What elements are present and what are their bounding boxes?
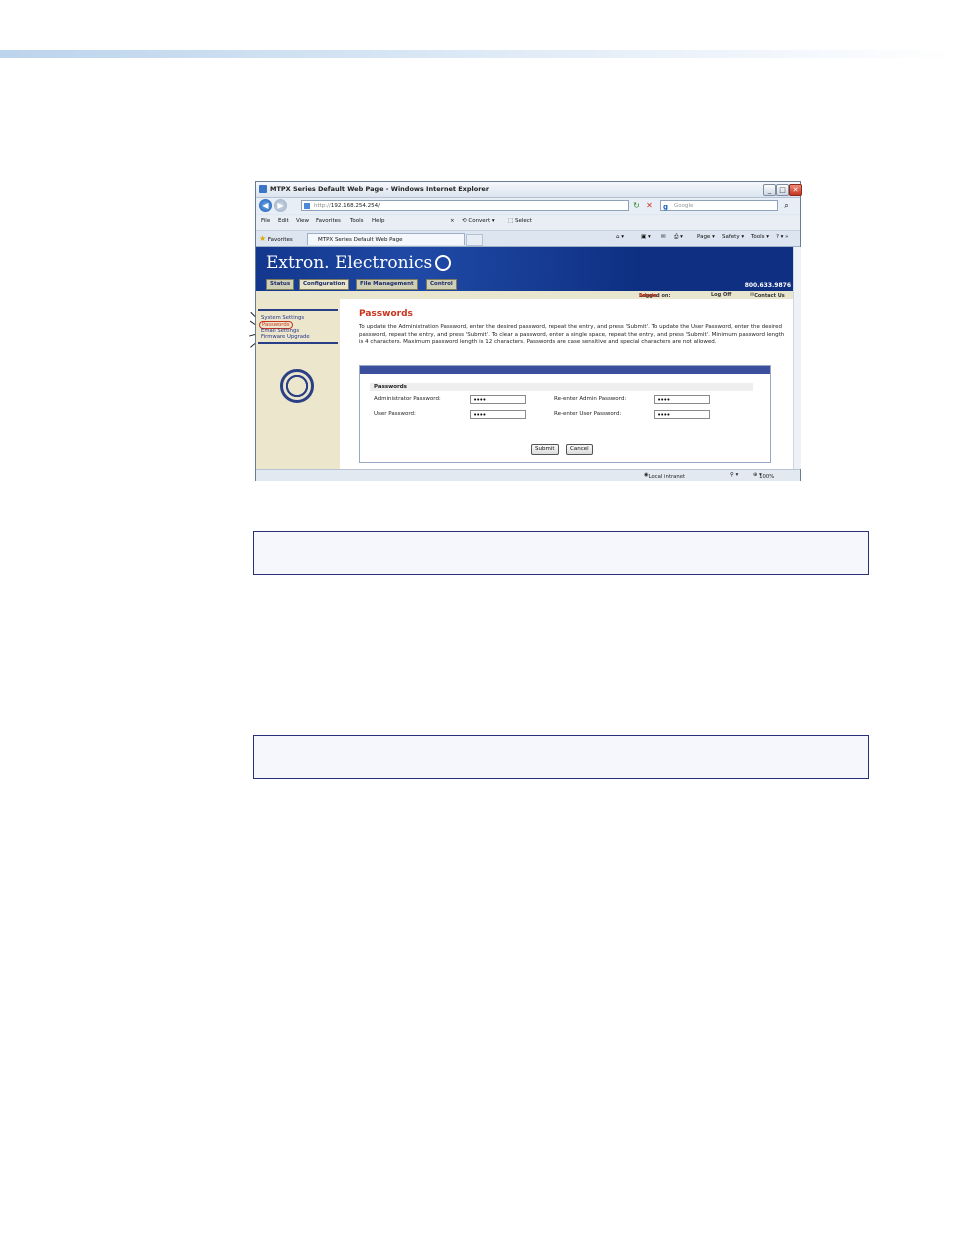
title-bar: MTPX Series Default Web Page - Windows I… [256,182,802,198]
url-text: 192.168.254.254/ [330,203,380,209]
help-icon[interactable]: ? ▾ » [776,234,789,240]
safety-menu[interactable]: Safety ▾ [722,234,744,240]
user-password-label: User Password: [374,411,416,417]
brand-logo: Extron. Electronics [266,253,452,273]
menu-edit[interactable]: Edit [278,218,289,224]
sidebar-item-firmware-upgrade[interactable]: Firmware Upgrade [261,334,310,340]
tab-configuration[interactable]: Configuration [299,279,350,290]
close-toolbar-icon[interactable]: × [450,218,455,224]
tools-menu[interactable]: Tools ▾ [751,234,769,240]
page-icon [304,203,310,209]
extron-emblem-icon [280,369,314,403]
forward-icon[interactable]: ▶ [274,199,287,212]
login-bar: Logged on: Admin Log Off ✉ Contact Us [256,291,793,299]
feeds-icon[interactable]: ▣ ▾ [641,234,651,240]
tab-control[interactable]: Control [426,279,457,290]
tab-file-management[interactable]: File Management [356,279,418,290]
home-icon[interactable]: ⌂ ▾ [616,234,624,240]
tab-bar: ★ Favorites MTPX Series Default Web Page… [256,231,800,247]
star-icon: ★ [259,234,267,243]
user-password-field[interactable]: •••• [470,410,526,419]
convert-button[interactable]: ⟲ Convert ▾ [462,218,495,224]
sidebar-divider [258,309,338,311]
address-input[interactable]: http://192.168.254.254/ [301,200,629,211]
window-title: MTPX Series Default Web Page - Windows I… [270,185,490,193]
sidebar-divider [258,342,338,344]
maximize-button[interactable]: □ [776,184,789,196]
print-icon[interactable]: ⎙ ▾ [674,234,683,241]
page-menu[interactable]: Page ▾ [697,234,715,240]
google-icon: g [663,203,669,211]
form-section-title: Passwords [370,383,753,391]
admin-reenter-field[interactable]: •••• [654,395,710,404]
cancel-button[interactable]: Cancel [566,444,593,455]
minimize-button[interactable]: _ [763,184,776,196]
zoom-control[interactable]: ⊕ 100% ▾ [753,472,774,480]
search-icon[interactable]: ⌕ [781,200,792,211]
user-reenter-field[interactable]: •••• [654,410,710,419]
status-bar: ◉ Local intranet ⚲ ▾ ⊕ 100% ▾ [256,469,800,481]
back-icon[interactable]: ◀ [259,199,272,212]
vertical-scrollbar[interactable] [793,247,801,469]
note-box [253,735,869,779]
main-content: Passwords To update the Administration P… [344,299,789,469]
tab-status[interactable]: Status [266,279,295,290]
new-tab-button[interactable] [466,234,483,246]
tab-active[interactable]: MTPX Series Default Web Page [307,233,465,245]
phone-number: 800.633.9876 [744,282,791,289]
admin-reenter-label: Re-enter Admin Password: [554,396,627,402]
zone-indicator: ◉ Local intranet [644,472,686,480]
protected-mode-icon[interactable]: ⚲ ▾ [730,472,738,478]
admin-password-label: Administrator Password: [374,396,441,402]
mail-icon[interactable]: ✉ [661,234,666,240]
select-button[interactable]: ⬚ Select [508,218,532,224]
admin-password-field[interactable]: •••• [470,395,526,404]
web-page: Extron. Electronics 800.633.9876 Status … [256,247,793,469]
favorites-button[interactable]: ★ Favorites [259,234,293,243]
menu-bar: File Edit View Favorites Tools Help × ⟲ … [256,215,800,231]
stop-icon[interactable]: ✕ [644,200,655,211]
page-title: Passwords [359,309,413,319]
menu-tools[interactable]: Tools [350,218,364,224]
menu-file[interactable]: File [261,218,270,224]
sidebar: System Settings Passwords Email Settings… [256,299,340,469]
menu-view[interactable]: View [296,218,309,224]
ie-icon [259,185,267,193]
site-header: Extron. Electronics 800.633.9876 Status … [256,247,793,291]
submit-button[interactable]: Submit [531,444,559,455]
page-header-bar [0,50,954,58]
menu-help[interactable]: Help [372,218,385,224]
note-box [253,531,869,575]
page-description: To update the Administration Password, e… [359,324,785,346]
refresh-icon[interactable]: ↻ [631,200,642,211]
menu-favorites[interactable]: Favorites [316,218,341,224]
form-header-bar [360,366,770,374]
user-reenter-label: Re-enter User Password: [554,411,622,417]
address-toolbar: ◀ ▶ http://192.168.254.254/ ↻ ✕ g Google… [256,198,800,214]
browser-window: MTPX Series Default Web Page - Windows I… [255,181,802,481]
password-form: Passwords Administrator Password: •••• R… [359,365,771,463]
log-off-link[interactable]: Log Off [711,292,731,298]
extron-logo-icon [435,255,452,271]
contact-us-link[interactable]: ✉ Contact Us [750,292,785,299]
close-button[interactable]: ✕ [789,184,802,196]
search-input[interactable]: g Google [660,200,778,211]
